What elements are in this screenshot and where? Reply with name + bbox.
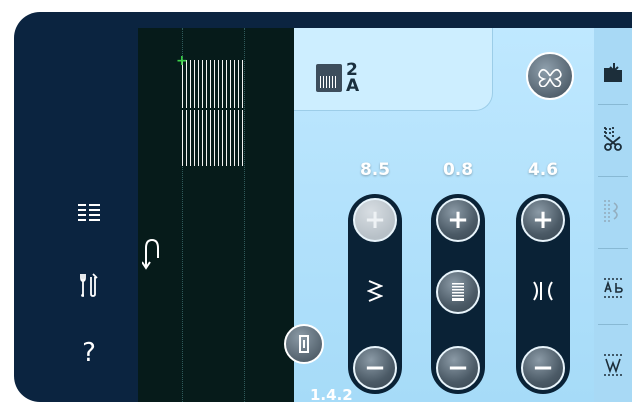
toolbar-divider [598,104,628,105]
tools-icon[interactable] [74,270,104,300]
stitch-preview: + [138,28,294,402]
stitch-width-decrease-button[interactable]: − [353,346,397,390]
status-text: 1.4.2 [310,386,353,402]
thread-cutter-icon[interactable] [598,124,628,154]
stitch-position-increase-button[interactable]: + [521,198,565,242]
toolbar-divider [598,248,628,249]
start-point-marker: + [176,53,188,69]
stitch-length-control: + − [431,194,485,394]
sequence-icon [598,196,628,226]
screen-frame: ? + 2 A 8.5 0.8 4.6 + − + − + − 1.4.2 [14,12,632,402]
stitch-program-icon[interactable] [598,350,628,380]
reverse-indicator-icon [141,236,164,280]
stitch-category: A [346,76,360,96]
stitch-settings-panel: 2 A 8.5 0.8 4.6 + − + − + − 1.4.2 [284,28,594,402]
text-editor-icon[interactable] [598,274,628,304]
menu-list-icon[interactable] [74,198,104,228]
sewing-machine-screen: ? + 2 A 8.5 0.8 4.6 + − + − + − 1.4.2 [0,0,632,414]
stitch-width-increase-button[interactable]: + [353,198,397,242]
left-menu: ? [14,12,138,402]
stitch-width-value: 8.5 [359,160,391,180]
stitch-position-value: 4.6 [527,160,559,180]
file-open-icon[interactable] [598,58,628,88]
selected-stitch-indicator[interactable]: 2 A [316,62,360,96]
stitch-type-icon[interactable] [526,52,574,100]
stitch-width-control: + − [348,194,402,394]
stitch-selection-area: 2 A [294,28,493,111]
preview-guide-line [244,28,245,402]
toolbar-divider [598,324,628,325]
stitch-length-decrease-button[interactable]: − [436,346,480,390]
stitch-position-control: + − [516,194,570,394]
stitch-density-button[interactable] [436,270,480,314]
stitch-menu-icon [316,64,342,92]
stitch-position-icon [516,266,570,316]
mirror-stitch-button[interactable] [284,324,324,364]
stitch-length-increase-button[interactable]: + [436,198,480,242]
stitch-width-icon [348,266,402,316]
right-toolbar [594,28,632,402]
help-icon[interactable]: ? [74,338,104,368]
toolbar-divider [598,176,628,177]
stitch-pattern [182,60,244,166]
stitch-length-value: 0.8 [442,160,474,180]
stitch-position-decrease-button[interactable]: − [521,346,565,390]
